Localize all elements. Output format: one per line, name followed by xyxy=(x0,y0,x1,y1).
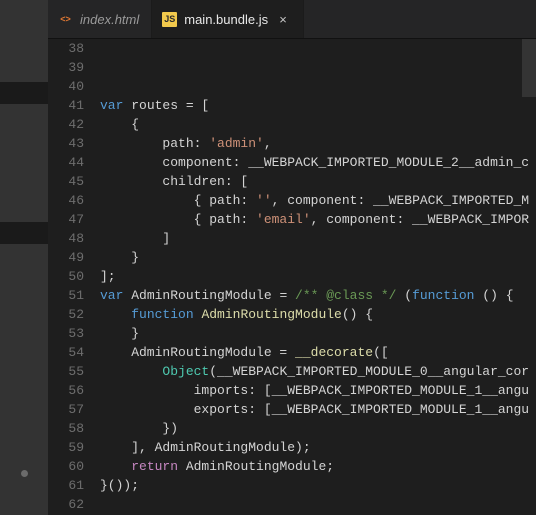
unsaved-dot-icon xyxy=(21,470,28,477)
code-line: ]; xyxy=(100,267,536,286)
line-number: 39 xyxy=(48,58,84,77)
tab-label: main.bundle.js xyxy=(184,12,268,27)
code-line xyxy=(100,39,536,58)
line-number: 43 xyxy=(48,134,84,153)
code-line: imports: [__WEBPACK_IMPORTED_MODULE_1__a… xyxy=(100,381,536,400)
tab-active[interactable]: JS main.bundle.js × xyxy=(152,0,304,38)
code-line: return AdminRoutingModule; xyxy=(100,457,536,476)
tab-label: index.html xyxy=(80,12,139,27)
line-number: 49 xyxy=(48,248,84,267)
code-line: { path: 'email', component: __WEBPACK_IM… xyxy=(100,210,536,229)
code-line: var AdminRoutingModule = /** @class */ (… xyxy=(100,286,536,305)
line-number: 42 xyxy=(48,115,84,134)
code-line: function AdminRoutingModule() { xyxy=(100,305,536,324)
editor-root: <> index.html JS main.bundle.js × 3839404142… xyxy=(0,0,536,515)
line-number: 54 xyxy=(48,343,84,362)
vertical-scrollbar[interactable] xyxy=(522,39,536,515)
line-number: 60 xyxy=(48,457,84,476)
code-line xyxy=(100,77,536,96)
code-line: var routes = [ xyxy=(100,96,536,115)
line-number: 51 xyxy=(48,286,84,305)
line-number: 41 xyxy=(48,96,84,115)
code-line: } xyxy=(100,248,536,267)
code-line: }) xyxy=(100,419,536,438)
line-number: 59 xyxy=(48,438,84,457)
code-line: exports: [__WEBPACK_IMPORTED_MODULE_1__a… xyxy=(100,400,536,419)
editor-area[interactable]: 3839404142434445464748495051525354555657… xyxy=(48,39,536,515)
code-line: children: [ xyxy=(100,172,536,191)
editor-column: <> index.html JS main.bundle.js × 3839404142… xyxy=(48,0,536,515)
line-number: 47 xyxy=(48,210,84,229)
line-number: 55 xyxy=(48,362,84,381)
line-number: 58 xyxy=(48,419,84,438)
code-line: }()); xyxy=(100,476,536,495)
line-number: 50 xyxy=(48,267,84,286)
activity-bottom xyxy=(0,470,48,477)
line-number: 62 xyxy=(48,495,84,514)
code-pane[interactable]: var routes = [ { path: 'admin', componen… xyxy=(100,39,536,515)
line-number: 46 xyxy=(48,191,84,210)
code-line xyxy=(100,58,536,77)
code-line: AdminRoutingModule = __decorate([ xyxy=(100,343,536,362)
line-number: 52 xyxy=(48,305,84,324)
code-line: { path: '', component: __WEBPACK_IMPORTE… xyxy=(100,191,536,210)
html-icon: <> xyxy=(58,12,73,27)
line-number: 56 xyxy=(48,381,84,400)
tab-inactive[interactable]: <> index.html xyxy=(48,0,152,38)
code-line: } xyxy=(100,324,536,343)
line-number: 40 xyxy=(48,77,84,96)
line-number: 38 xyxy=(48,39,84,58)
code-line: ], AdminRoutingModule); xyxy=(100,438,536,457)
line-number: 44 xyxy=(48,153,84,172)
code-line: component: __WEBPACK_IMPORTED_MODULE_2__… xyxy=(100,153,536,172)
line-number: 53 xyxy=(48,324,84,343)
activity-item-secondary[interactable] xyxy=(0,222,48,244)
code-line: { xyxy=(100,115,536,134)
tab-bar: <> index.html JS main.bundle.js × xyxy=(48,0,536,39)
code-line: ] xyxy=(100,229,536,248)
activity-bar xyxy=(0,0,48,515)
line-number: 57 xyxy=(48,400,84,419)
line-number: 48 xyxy=(48,229,84,248)
line-number: 45 xyxy=(48,172,84,191)
code-line: Object(__WEBPACK_IMPORTED_MODULE_0__angu… xyxy=(100,362,536,381)
close-icon[interactable]: × xyxy=(275,12,291,27)
activity-item-active[interactable] xyxy=(0,82,48,104)
code-line: path: 'admin', xyxy=(100,134,536,153)
code-line xyxy=(100,495,536,514)
line-number: 61 xyxy=(48,476,84,495)
js-icon: JS xyxy=(162,12,177,27)
line-number-gutter: 3839404142434445464748495051525354555657… xyxy=(48,39,100,515)
scroll-thumb[interactable] xyxy=(522,39,536,97)
